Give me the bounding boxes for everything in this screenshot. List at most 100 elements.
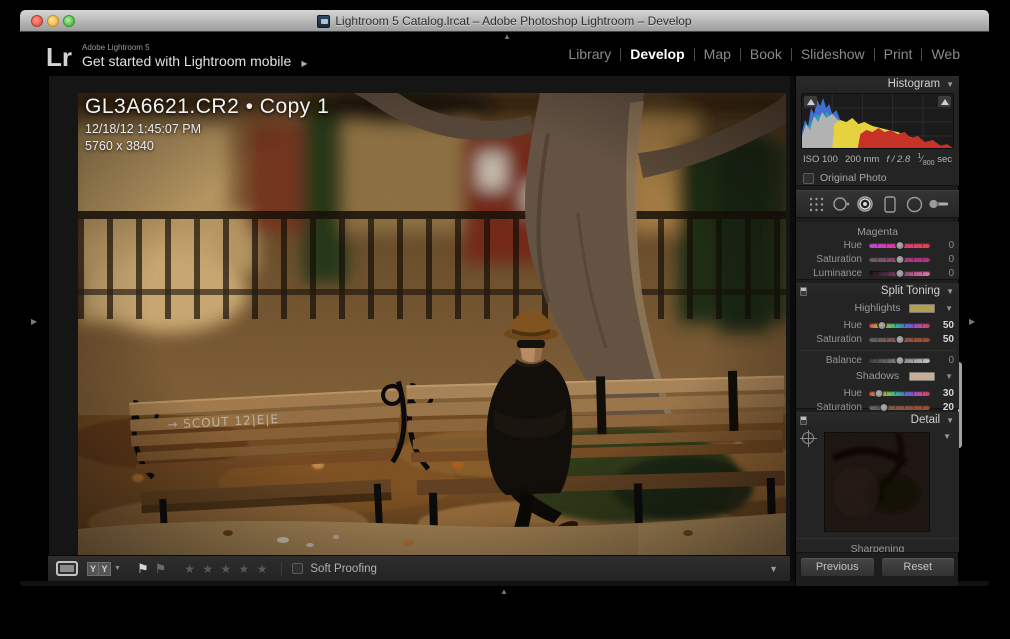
magenta-luminance-slider[interactable]: [869, 271, 930, 276]
tab-book[interactable]: Book: [741, 46, 791, 62]
photo-datetime: 12/18/12 1:45:07 PM: [85, 122, 329, 136]
star-rating[interactable]: ★ ★ ★ ★ ★: [184, 562, 269, 576]
photo[interactable]: → SCOUT 12|E|E: [78, 93, 786, 555]
module-picker: Library Develop Map Book Slideshow Print…: [559, 32, 969, 76]
collapse-caret-icon: ▼: [946, 416, 954, 425]
red-eye-icon[interactable]: [854, 193, 876, 215]
loupe-view-icon[interactable]: [56, 561, 78, 576]
magenta-saturation-value: 0: [930, 254, 954, 265]
reject-flag-icon[interactable]: ⚑: [155, 561, 167, 577]
original-photo-label: Original Photo: [820, 172, 887, 184]
hsl-magenta-section: Magenta Hue 0 Saturation 0 Luminance 0: [796, 222, 959, 280]
promo-link[interactable]: Get started with Lightroom mobile▶: [82, 53, 307, 69]
histogram-display[interactable]: [801, 93, 954, 149]
exif-shutter-speed: 1⁄800 sec: [917, 153, 952, 167]
toolbar-divider: [281, 562, 282, 576]
pick-flag-icon[interactable]: ⚑: [137, 561, 149, 577]
panel-buttons: Previous Reset: [796, 557, 959, 577]
title-bar[interactable]: Lightroom 5 Catalog.lrcat – Adobe Photos…: [20, 10, 989, 32]
original-photo-checkbox[interactable]: [803, 173, 814, 184]
photo-filename: GL3A6621.CR2 • Copy 1: [85, 95, 329, 119]
magenta-luminance-value: 0: [930, 268, 954, 279]
detail-target-icon[interactable]: [802, 432, 814, 444]
catalog-icon: [317, 15, 330, 28]
lightroom-window: Lightroom 5 Catalog.lrcat – Adobe Photos…: [20, 10, 989, 586]
tool-strip: [796, 190, 959, 218]
detail-caret-icon[interactable]: ▼: [943, 432, 951, 441]
lightroom-logo: Lr: [46, 42, 72, 73]
radial-filter-icon[interactable]: [903, 193, 925, 215]
adjustment-brush-icon[interactable]: [928, 193, 950, 215]
desktop: Lightroom 5 Catalog.lrcat – Adobe Photos…: [0, 0, 1010, 639]
tab-slideshow[interactable]: Slideshow: [792, 46, 874, 62]
panel-switch-icon[interactable]: [800, 416, 807, 425]
shadow-clipping-indicator[interactable]: [804, 96, 817, 107]
left-panel-reveal-arrow[interactable]: ▶: [31, 318, 37, 326]
magenta-saturation-slider[interactable]: [869, 257, 930, 262]
histogram-panel: Histogram ▼: [796, 76, 959, 186]
balance-slider[interactable]: [869, 358, 930, 363]
magenta-hue-slider[interactable]: [869, 243, 930, 248]
shadows-subheader: Shadows ▼: [796, 370, 959, 386]
graduated-filter-icon[interactable]: [879, 193, 901, 215]
tab-map[interactable]: Map: [695, 46, 740, 62]
collapse-caret-icon: ▼: [946, 287, 954, 296]
shadows-caret-icon[interactable]: ▼: [945, 372, 953, 381]
promo-arrow-icon: ▶: [301, 59, 307, 68]
exif-info: ISO 100 200 mm f / 2.8 1⁄800 sec: [796, 149, 959, 167]
left-panel-strip: [20, 76, 48, 581]
tab-print[interactable]: Print: [875, 46, 922, 62]
soft-proofing-checkbox[interactable]: [292, 563, 303, 574]
bottom-toolbar: Y Y ▼ ⚑ ⚑ ★ ★ ★ ★ ★ Soft Proofing ▼: [48, 555, 790, 581]
panel-switch-icon[interactable]: [800, 287, 807, 296]
detail-header[interactable]: Detail ▼: [796, 412, 959, 428]
exif-focal-length: 200 mm: [845, 154, 879, 165]
highlights-saturation-value: 50: [930, 334, 954, 345]
magenta-hue-value: 0: [930, 240, 954, 251]
toolbar-options-dropdown-icon[interactable]: ▼: [769, 564, 778, 574]
tab-web[interactable]: Web: [922, 46, 969, 62]
before-after-icon[interactable]: Y Y: [87, 562, 111, 576]
shadows-hue-value: 30: [930, 388, 954, 399]
highlights-hue-slider[interactable]: [869, 323, 930, 328]
detail-preview[interactable]: [824, 432, 930, 532]
filmstrip-reveal-arrow[interactable]: ▲: [500, 588, 508, 596]
histogram-graph: [802, 94, 953, 149]
highlight-clipping-indicator[interactable]: [938, 96, 951, 107]
highlights-subheader: Highlights ▼: [796, 302, 959, 318]
crop-overlay-icon[interactable]: [805, 193, 827, 215]
highlights-caret-icon[interactable]: ▼: [945, 304, 953, 313]
info-overlay: GL3A6621.CR2 • Copy 1 12/18/12 1:45:07 P…: [85, 95, 329, 153]
split-toning-header[interactable]: Split Toning ▼: [796, 283, 959, 299]
top-panel-reveal-arrow[interactable]: ▲: [503, 33, 511, 41]
shadows-saturation-value: 20: [930, 402, 954, 413]
window-title: Lightroom 5 Catalog.lrcat – Adobe Photos…: [335, 14, 691, 28]
collapse-caret-icon: ▼: [946, 80, 954, 89]
exif-aperture: f / 2.8: [886, 154, 910, 165]
app-name: Adobe Lightroom 5: [82, 43, 307, 52]
tab-develop[interactable]: Develop: [621, 46, 693, 62]
before-after-dropdown-icon[interactable]: ▼: [114, 565, 121, 572]
photo-image: → SCOUT 12|E|E: [78, 93, 786, 555]
tab-library[interactable]: Library: [559, 46, 620, 62]
balance-value: 0: [930, 355, 954, 366]
highlights-saturation-slider[interactable]: [869, 337, 930, 342]
right-panel-collapse-arrow[interactable]: ▶: [969, 318, 975, 326]
spot-removal-icon[interactable]: [830, 193, 852, 215]
photo-canvas-region: → SCOUT 12|E|E: [48, 76, 790, 555]
hsl-section-title: Magenta: [796, 222, 959, 238]
reset-button[interactable]: Reset: [881, 557, 956, 577]
exif-iso: ISO 100: [803, 154, 838, 165]
right-panel-strip: [958, 76, 989, 581]
histogram-header[interactable]: Histogram ▼: [796, 76, 959, 92]
right-panel: Histogram ▼: [795, 76, 958, 586]
soft-proofing-label: Soft Proofing: [310, 563, 376, 575]
shadows-hue-slider[interactable]: [869, 391, 930, 396]
highlights-color-swatch[interactable]: [909, 304, 935, 313]
sharpening-label: Sharpening: [796, 538, 959, 552]
split-toning-panel: Split Toning ▼ Highlights ▼ Hue 50 Satur…: [796, 283, 959, 409]
previous-button[interactable]: Previous: [800, 557, 875, 577]
shadows-saturation-slider[interactable]: [869, 405, 930, 410]
photo-dimensions: 5760 x 3840: [85, 139, 329, 153]
shadows-color-swatch[interactable]: [909, 372, 935, 381]
